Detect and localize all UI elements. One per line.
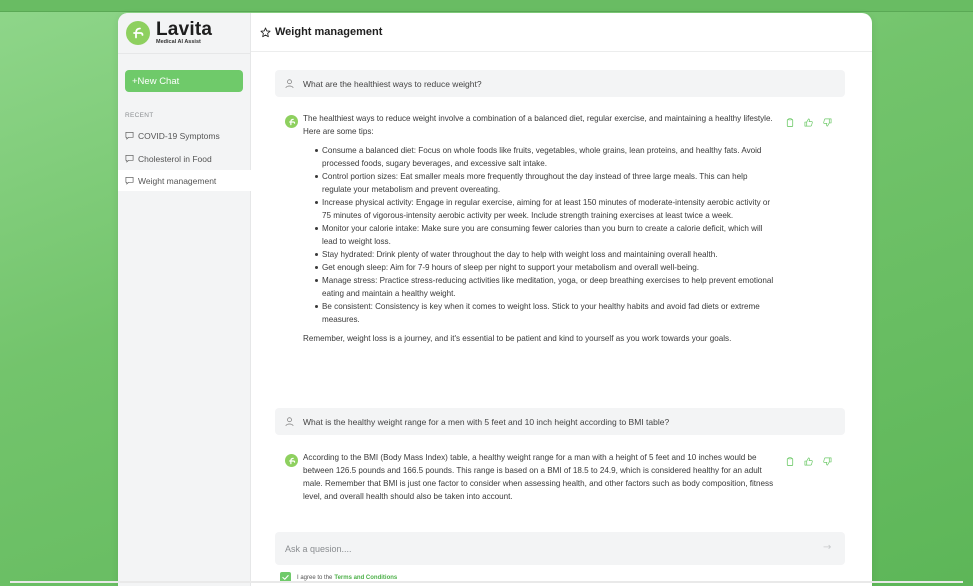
list-item: Consume a balanced diet: Focus on whole …: [315, 144, 775, 170]
check-icon: [282, 575, 289, 581]
top-bar: [0, 0, 973, 12]
app-window: Lavita Medical AI Assist +New Chat RECEN…: [118, 13, 872, 586]
star-icon[interactable]: [260, 27, 271, 38]
brand: Lavita Medical AI Assist: [118, 13, 251, 54]
user-icon: [285, 416, 294, 426]
ask-input[interactable]: [285, 541, 805, 556]
user-message: What are the healthiest ways to reduce w…: [275, 70, 845, 97]
copy-icon[interactable]: [786, 457, 794, 466]
list-item: Control portion sizes: Eat smaller meals…: [315, 170, 775, 196]
agree-text: I agree to the: [297, 574, 333, 581]
chat-bubble-icon: [125, 176, 134, 185]
thumbs-down-icon[interactable]: [823, 457, 832, 466]
user-message-text: What are the healthiest ways to reduce w…: [303, 78, 482, 89]
copy-icon[interactable]: [786, 118, 794, 127]
list-item: Stay hydrated: Drink plenty of water thr…: [315, 248, 775, 261]
sidebar-item-covid-19-symptoms[interactable]: COVID-19 Symptoms: [118, 125, 251, 146]
sidebar-item-weight-management[interactable]: Weight management: [118, 170, 251, 191]
sidebar-item-label: Weight management: [138, 175, 217, 186]
list-item: Monitor your calorie intake: Make sure y…: [315, 222, 775, 248]
sidebar: Lavita Medical AI Assist +New Chat RECEN…: [118, 13, 251, 586]
list-item: Manage stress: Practice stress-reducing …: [315, 274, 775, 300]
assistant-message: According to the BMI (Body Mass Index) t…: [303, 451, 775, 503]
thumbs-up-icon[interactable]: [804, 457, 813, 466]
user-message-text: What is the healthy weight range for a m…: [303, 416, 670, 427]
terms-link[interactable]: Terms and Conditions: [334, 575, 397, 581]
thumbs-up-icon[interactable]: [804, 118, 813, 127]
message-actions: [786, 457, 832, 466]
sidebar-item-label: Cholesterol in Food: [138, 153, 212, 164]
assistant-intro-text: The healthiest ways to reduce weight inv…: [303, 114, 773, 136]
user-icon: [285, 78, 294, 88]
assistant-outro-text: Remember, weight loss is a journey, and …: [303, 334, 732, 343]
page-title: Weight management: [275, 26, 383, 38]
sidebar-item-cholesterol-in-food[interactable]: Cholesterol in Food: [118, 148, 251, 169]
assistant-avatar-icon: [285, 115, 298, 128]
brand-name: Lavita: [156, 18, 213, 40]
assistant-avatar-icon: [285, 454, 298, 467]
chat-header: Weight management: [251, 13, 872, 52]
list-item: Increase physical activity: Engage in re…: [315, 196, 775, 222]
lavita-logo-icon: [126, 21, 150, 45]
assistant-message: The healthiest ways to reduce weight inv…: [303, 112, 775, 345]
send-arrow-icon[interactable]: →: [823, 541, 837, 555]
brand-subtitle: Medical AI Assist: [156, 38, 201, 45]
new-chat-button[interactable]: +New Chat: [125, 70, 243, 92]
user-message: What is the healthy weight range for a m…: [275, 408, 845, 435]
chat-bubble-icon: [125, 154, 134, 163]
sidebar-item-label: COVID-19 Symptoms: [138, 130, 220, 141]
thumbs-down-icon[interactable]: [823, 118, 832, 127]
recent-section-label: RECENT: [125, 112, 154, 119]
chat-bubble-icon: [125, 131, 134, 140]
list-item: Be consistent: Consistency is key when i…: [315, 300, 775, 326]
assistant-answer-text: According to the BMI (Body Mass Index) t…: [303, 453, 774, 501]
tips-list: Consume a balanced diet: Focus on whole …: [315, 144, 775, 326]
list-item: Get enough sleep: Aim for 7-9 hours of s…: [315, 261, 775, 274]
bottom-divider: [10, 581, 963, 583]
message-actions: [786, 118, 832, 127]
